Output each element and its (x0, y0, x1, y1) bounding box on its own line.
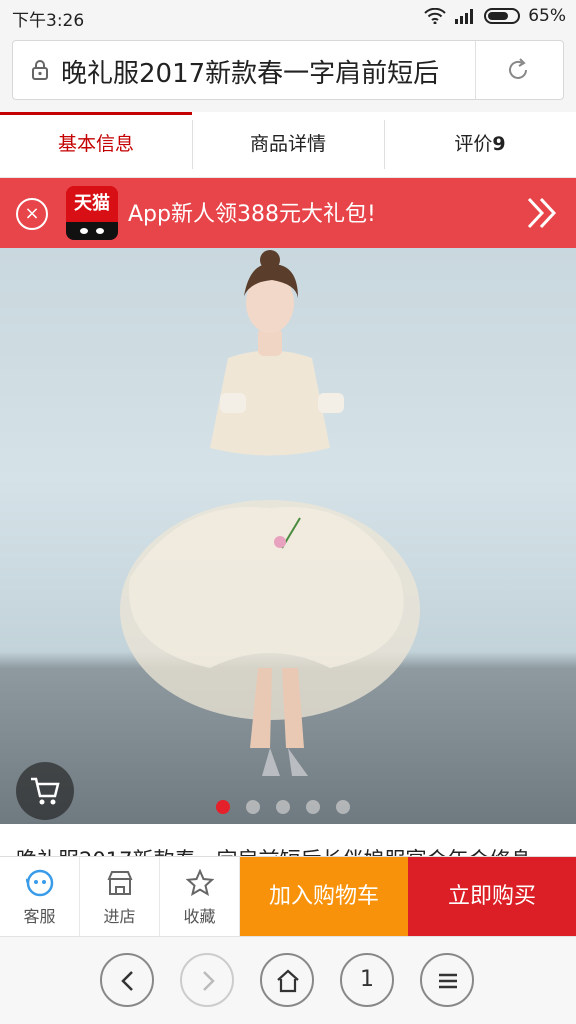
buy-now-button[interactable]: 立即购买 (408, 857, 576, 936)
status-icons: 65% (424, 6, 566, 26)
forward-button[interactable] (180, 953, 234, 1007)
url-divider (475, 41, 476, 99)
tab-product-details[interactable]: 商品详情 (192, 112, 384, 177)
service-label: 客服 (23, 907, 56, 926)
favorite-label: 收藏 (183, 907, 216, 926)
cart-button[interactable] (16, 762, 74, 820)
bottom-action-bar: 客服 进店 收藏 加入购物车 立即购买 (0, 856, 576, 936)
tmall-logo: 天猫 (66, 186, 118, 240)
review-count: 9 (492, 133, 506, 155)
menu-icon (439, 973, 457, 989)
battery-icon (484, 8, 521, 24)
tabs-button[interactable]: 1 (340, 953, 394, 1007)
browser-toolbar: 晚礼服2017新款春一字肩前短后 (0, 34, 576, 112)
shop-label: 进店 (103, 907, 136, 926)
close-icon[interactable]: × (16, 198, 48, 230)
product-title-area: 晚礼服2017新款春一字肩前短后长伴娘服宴会年会修身 (0, 824, 576, 858)
customer-service-button[interactable]: 客服 (0, 857, 80, 936)
battery-percent: 65% (528, 6, 566, 26)
gallery-dot[interactable] (216, 800, 230, 814)
tmall-logo-text: 天猫 (74, 193, 110, 214)
gallery-dot[interactable] (246, 800, 260, 814)
gallery-dot[interactable] (336, 800, 350, 814)
reload-icon[interactable] (505, 57, 531, 83)
url-text[interactable]: 晚礼服2017新款春一字肩前短后 (61, 53, 473, 90)
browser-nav-bar: 1 (0, 936, 576, 1024)
home-icon (277, 969, 299, 993)
url-bar[interactable]: 晚礼服2017新款春一字肩前短后 (12, 40, 564, 100)
home-button[interactable] (260, 953, 314, 1007)
promo-text: App新人领388元大礼包! (128, 202, 376, 227)
add-to-cart-button[interactable]: 加入购物车 (240, 857, 408, 936)
tab-basic-info[interactable]: 基本信息 (0, 112, 192, 177)
star-icon (186, 869, 214, 897)
wifi-icon (424, 8, 446, 24)
cart-icon (31, 777, 60, 805)
product-page: 下午3:26 65% 晚礼服2017新款春一字肩前短后 基本信息 商品详情 评价… (0, 0, 576, 1024)
tab-label: 基本信息 (57, 133, 134, 155)
enter-shop-button[interactable]: 进店 (80, 857, 160, 936)
menu-button[interactable] (420, 953, 474, 1007)
chevron-right-icon (203, 971, 215, 991)
app-promo-banner[interactable]: × 天猫 App新人领388元大礼包! (0, 178, 576, 248)
signal-icon (455, 9, 474, 24)
gallery-indicator (216, 800, 350, 814)
favorite-button[interactable]: 收藏 (160, 857, 240, 936)
dress-model-illustration (120, 250, 420, 776)
back-button[interactable] (100, 953, 154, 1007)
tab-reviews[interactable]: 评价9 (384, 112, 576, 177)
chevron-left-icon (121, 971, 133, 991)
shop-icon (107, 871, 133, 895)
lock-icon (32, 60, 48, 80)
customer-service-icon (26, 869, 54, 897)
gallery-dot[interactable] (276, 800, 290, 814)
gallery-dot[interactable] (306, 800, 320, 814)
detail-tabs: 基本信息 商品详情 评价9 (0, 112, 576, 178)
tab-label: 评价 (454, 133, 493, 155)
product-image[interactable] (0, 248, 576, 824)
status-bar: 下午3:26 65% (0, 0, 576, 34)
tab-label: 商品详情 (249, 133, 326, 155)
status-time: 下午3:26 (12, 11, 85, 31)
double-chevron-right-icon[interactable] (526, 196, 558, 230)
tab-count: 1 (360, 967, 374, 992)
